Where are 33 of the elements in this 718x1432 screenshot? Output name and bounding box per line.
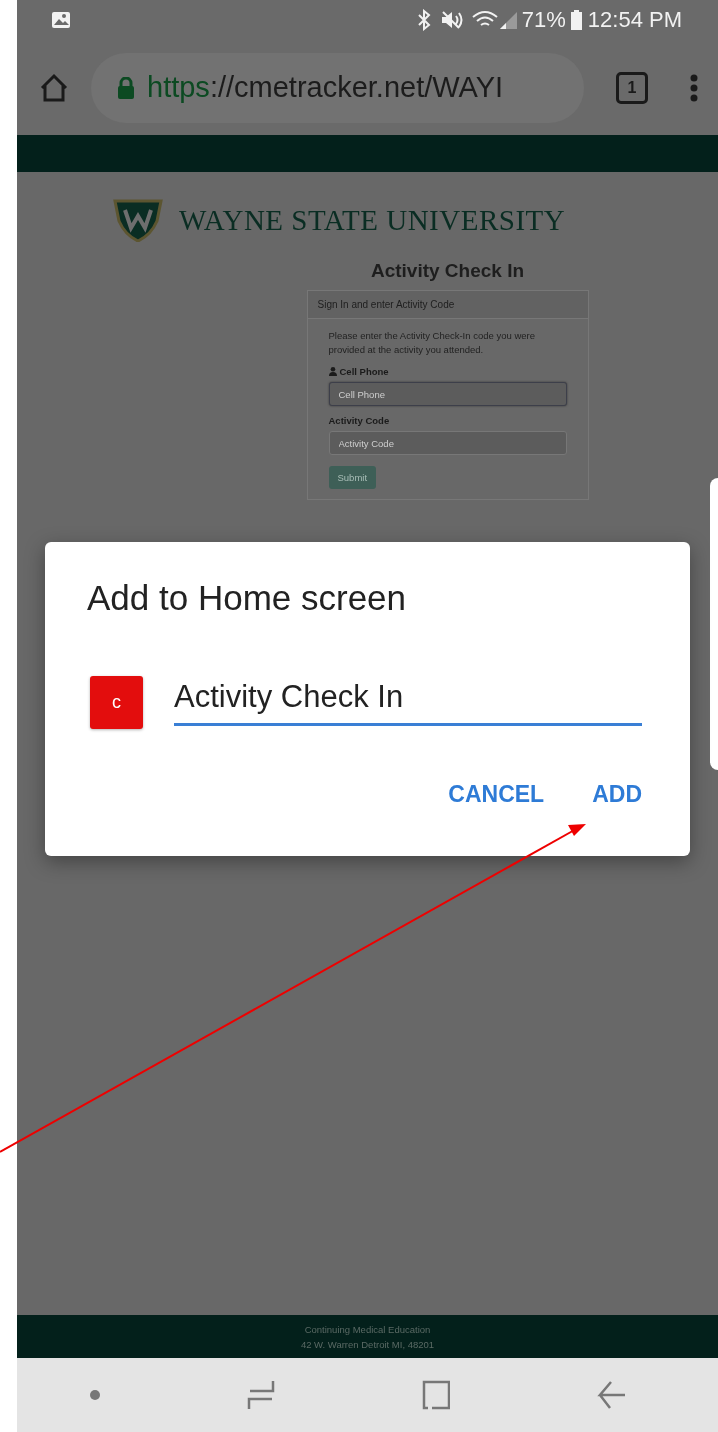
field-label: Activity Code bbox=[328, 415, 390, 426]
text-field[interactable]: Activity Code bbox=[328, 431, 567, 455]
app-icon: c bbox=[90, 676, 143, 729]
home-button-icon[interactable] bbox=[421, 1380, 450, 1410]
lock-icon bbox=[117, 76, 135, 99]
text-field[interactable]: Cell Phone bbox=[328, 382, 567, 406]
muted-speaker-icon bbox=[439, 10, 464, 30]
url-field[interactable]: https://cmetracker.net/WAYI bbox=[91, 52, 584, 123]
recent-apps-icon[interactable] bbox=[247, 1380, 276, 1410]
battery-icon bbox=[570, 10, 582, 30]
more-menu-icon[interactable] bbox=[690, 73, 698, 102]
tab-count-button[interactable]: 1 bbox=[616, 71, 648, 104]
footer-text: Continuing Medical Education bbox=[304, 1322, 431, 1337]
person-icon bbox=[328, 367, 337, 376]
instructions-text: Please enter the Activity Check-In code you were provided at the activity you attended. bbox=[328, 329, 536, 357]
shield-logo bbox=[113, 198, 163, 242]
dialog-title: Add to Home screen bbox=[87, 578, 408, 618]
submit-button[interactable]: Submit bbox=[328, 466, 377, 489]
bluetooth-icon bbox=[415, 9, 432, 31]
home-icon[interactable] bbox=[39, 72, 69, 103]
card-header: Sign In and enter Activity Code bbox=[307, 291, 588, 319]
page-title: Activity Check In bbox=[370, 260, 525, 282]
dot-icon[interactable] bbox=[90, 1390, 101, 1400]
field-label: Cell Phone bbox=[339, 366, 389, 377]
footer-text: 42 W. Warren Detroit MI, 48201 bbox=[300, 1337, 435, 1352]
back-icon[interactable] bbox=[596, 1380, 625, 1410]
university-name: WAYNE STATE UNIVERSITY bbox=[179, 203, 566, 237]
clock-time: 12:54 PM bbox=[587, 7, 682, 33]
image-icon bbox=[51, 11, 71, 29]
name-field[interactable]: Activity Check In bbox=[174, 679, 642, 726]
add-button[interactable]: ADD bbox=[592, 777, 642, 812]
battery-percent: 71% bbox=[521, 7, 566, 33]
cancel-button[interactable]: CANCEL bbox=[448, 777, 545, 812]
